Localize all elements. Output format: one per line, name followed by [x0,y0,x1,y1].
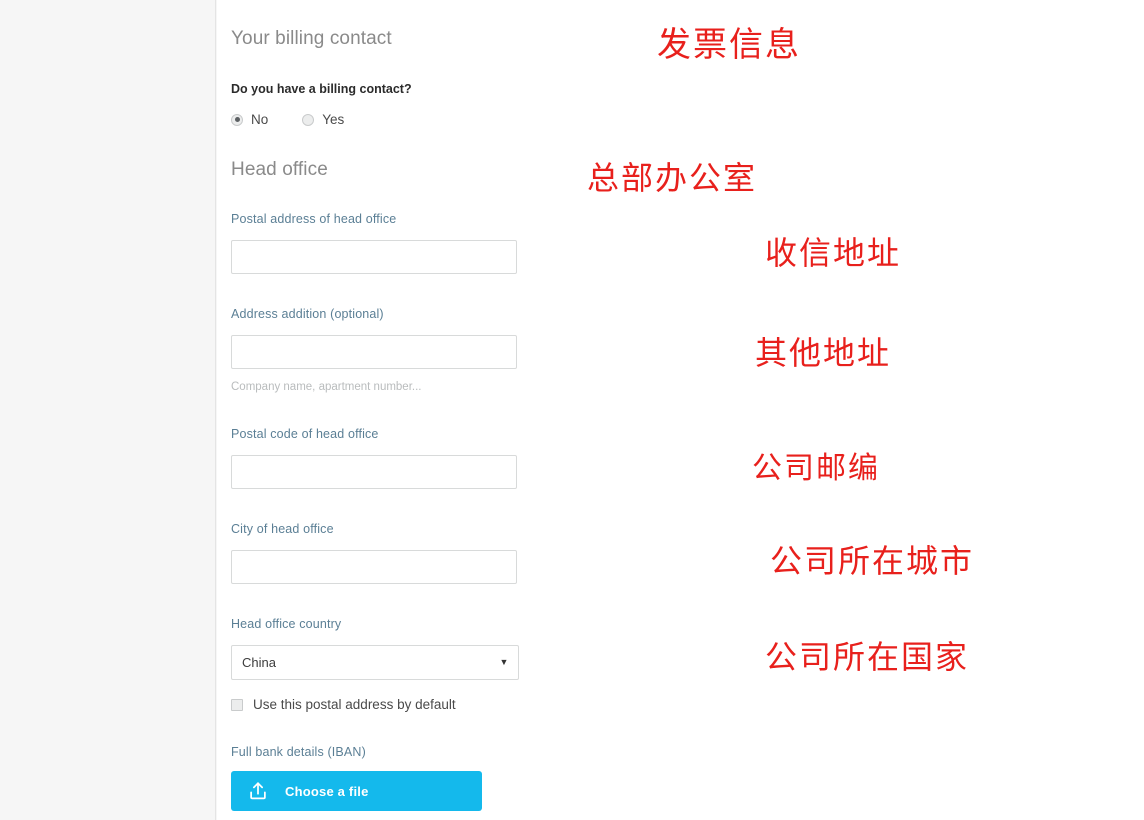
billing-section-heading: Your billing contact [231,28,392,49]
country-select[interactable]: China ▼ [231,645,519,680]
billing-contact-question: Do you have a billing contact? [231,82,412,96]
default-address-checkbox-label: Use this postal address by default [253,697,456,712]
postal-address-input[interactable] [231,240,517,274]
annotation-postal-address: 收信地址 [765,234,902,272]
radio-no-icon[interactable] [231,113,243,126]
iban-label: Full bank details (IBAN) [231,745,366,759]
annotation-city: 公司所在城市 [770,542,975,580]
annotation-address-addition: 其他地址 [755,334,892,372]
address-addition-input[interactable] [231,335,517,369]
city-input[interactable] [231,550,517,584]
radio-option-yes[interactable]: Yes [302,112,344,127]
upload-icon [231,780,285,802]
address-addition-label: Address addition (optional) [231,307,384,321]
checkbox-icon[interactable] [231,698,243,711]
billing-contact-radio-group: No Yes [231,112,378,127]
choose-file-button[interactable]: Choose a file [231,771,482,811]
radio-yes-icon[interactable] [302,113,315,126]
annotation-postal-code: 公司邮编 [752,451,880,486]
annotation-billing-info: 发票信息 [657,25,801,65]
annotation-head-office: 总部办公室 [587,159,758,197]
annotation-country: 公司所在国家 [765,638,970,676]
city-label: City of head office [231,522,334,536]
radio-option-no[interactable]: No [231,112,268,127]
radio-yes-label: Yes [322,112,345,127]
postal-code-input[interactable] [231,455,517,489]
address-addition-helper-text: Company name, apartment number... [231,381,422,393]
head-office-section-heading: Head office [231,159,328,180]
page-root: Your billing contact 发票信息 Do you have a … [0,0,1144,820]
country-label: Head office country [231,617,342,631]
content-pane: Your billing contact 发票信息 Do you have a … [217,0,1144,820]
radio-no-label: No [251,112,269,127]
choose-file-button-label: Choose a file [285,783,369,799]
postal-code-label: Postal code of head office [231,427,379,441]
chevron-down-icon[interactable]: ▼ [493,658,518,667]
default-address-checkbox-row[interactable]: Use this postal address by default [231,697,456,712]
country-select-value: China [242,655,276,670]
left-gutter [0,0,216,820]
postal-address-label: Postal address of head office [231,212,397,226]
